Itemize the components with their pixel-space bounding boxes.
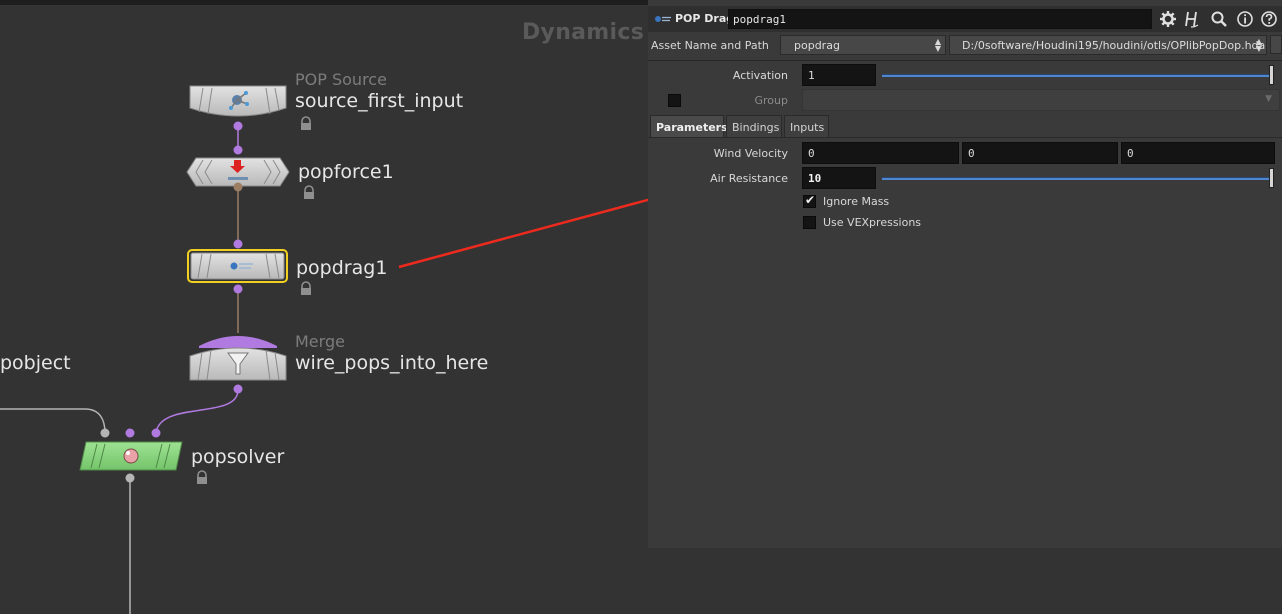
output-connector[interactable] [125,473,135,483]
spin-arrows-icon: ▲ ▼ [934,37,942,53]
node-type-label: POP Drag [675,12,735,25]
popdrag1-name-label: popdrag1 [296,257,388,279]
asset-path-menu[interactable]: D:/0software/Houdini195/houdini/otls/OPl… [949,35,1267,55]
question-icon[interactable] [1259,10,1279,28]
air-resistance-field[interactable]: 10 [802,167,876,189]
input-connector-post[interactable] [151,428,161,438]
lock-icon [301,281,311,295]
node-merge[interactable] [189,336,287,394]
solver-icon [123,448,139,464]
tab-divider [648,137,1282,138]
activation-slider-handle[interactable] [1269,65,1274,85]
popforce1-name-label: popforce1 [298,161,394,183]
tab-bindings[interactable]: Bindings [726,115,782,138]
input-connector-object[interactable] [100,428,110,438]
node-pop-source[interactable] [189,85,287,131]
pop-drag-node-icon [655,16,671,22]
group-label: Group [754,94,789,107]
chevron-down-icon: ▼ [1265,94,1272,104]
group-field: ▼ [802,89,1280,111]
output-connector[interactable] [233,121,243,131]
node-popdrag1[interactable] [187,239,288,294]
gear-icon[interactable] [1158,10,1178,28]
merge-input-bar[interactable] [199,336,277,348]
parameter-header: POP Drag popdrag1 [648,6,1282,32]
asset-name-path-label: Asset Name and Path [651,39,769,52]
wind-velocity-x-field[interactable]: 0 [802,142,959,164]
ignore-mass-checkbox[interactable]: ✔ [803,193,816,208]
pane-scroll-handle[interactable] [1270,35,1282,54]
node-popforce1[interactable] [186,145,290,192]
wind-velocity-z-field[interactable]: 0 [1121,142,1275,164]
input-connector[interactable] [233,145,243,155]
popsolver-name-label: popsolver [191,446,285,468]
wind-velocity-y-field[interactable]: 0 [962,142,1118,164]
lock-icon [197,470,207,484]
output-connector[interactable] [233,284,243,294]
input-connector[interactable] [233,239,243,249]
merge-type-label: Merge [295,332,345,351]
help-h-icon[interactable] [1182,10,1202,28]
network-editor[interactable]: Dynamics POP Source source_first_input p… [0,0,648,614]
asset-row: Asset Name and Path popdrag ▲ ▼ D:/0softw… [648,33,1282,57]
parameter-pane[interactable]: POP Drag popdrag1 Asset Name and Path po… [648,0,1282,548]
ignore-mass-label: Ignore Mass [823,195,890,208]
input-connector-pre[interactable] [125,428,135,438]
air-resistance-slider-handle[interactable] [1269,168,1274,188]
air-resistance-label: Air Resistance [710,172,788,185]
pop-source-type-label: POP Source [295,70,387,89]
spin-arrows-icon: ▲ ▼ [1255,37,1263,53]
tab-inputs[interactable]: Inputs [784,115,829,138]
pop-source-name-label: source_first_input [295,90,464,112]
node-name-field[interactable]: popdrag1 [728,9,1152,29]
node-popsolver[interactable] [79,428,183,483]
annotation-arrow [398,198,648,269]
use-vexpressions-label: Use VEXpressions [823,216,922,229]
search-icon[interactable] [1209,10,1229,28]
info-icon[interactable] [1235,10,1255,28]
output-connector[interactable] [233,182,243,192]
activation-label: Activation [732,69,788,82]
asset-name-menu[interactable]: popdrag ▲ ▼ [780,35,946,55]
tab-parameters[interactable]: Parameters [650,115,728,138]
lock-icon [304,185,314,199]
asset-path-value: D:/0software/Houdini195/houdini/otls/OPl… [962,39,1266,52]
wind-velocity-label: Wind Velocity [713,147,788,160]
activation-field[interactable]: 1 [802,64,876,86]
activation-slider[interactable] [882,74,1272,77]
use-vexpressions-checkbox[interactable] [803,216,816,229]
asset-name-value: popdrag [794,39,840,52]
divider [648,60,1282,61]
merge-name-label: wire_pops_into_here [295,352,489,374]
checkmark-icon: ✔ [805,193,816,207]
output-connector[interactable] [233,384,243,394]
lock-icon [301,116,311,130]
popobject-name-label: pobject [0,352,71,374]
air-resistance-slider[interactable] [882,177,1272,180]
